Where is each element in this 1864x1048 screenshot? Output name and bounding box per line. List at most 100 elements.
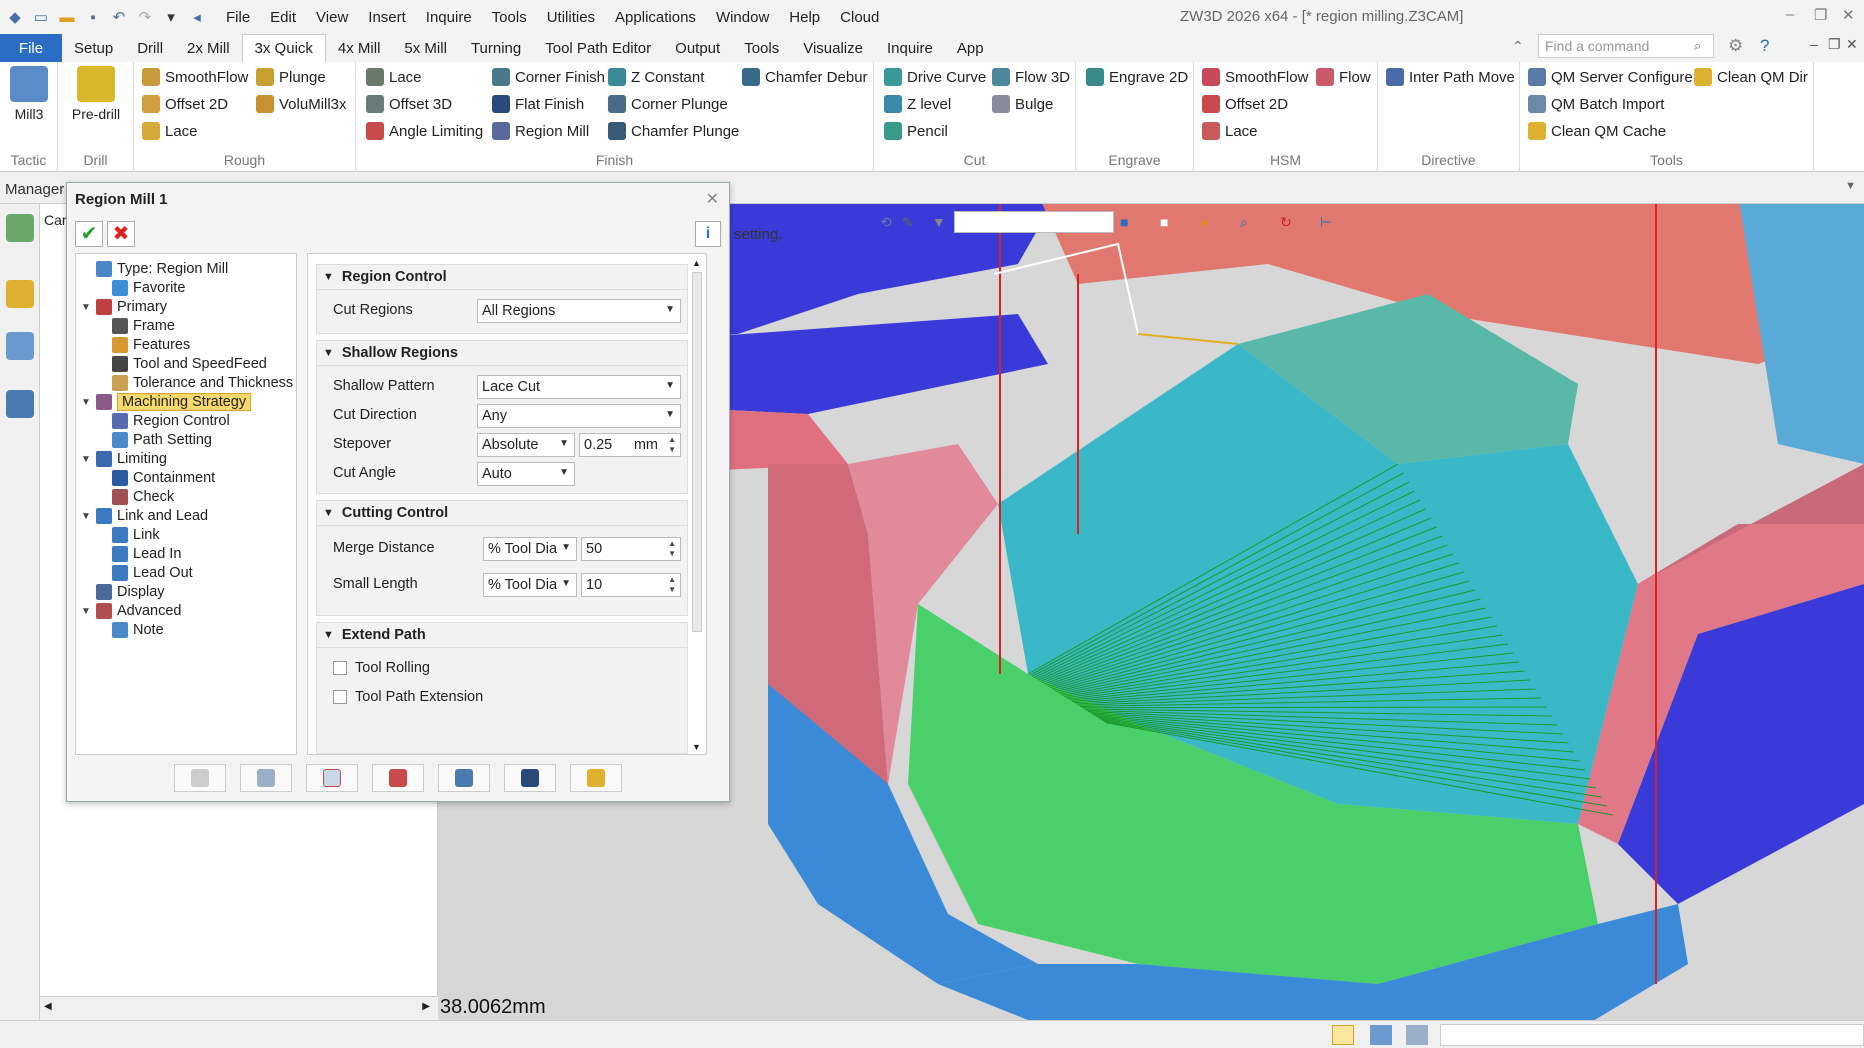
hsm-offset-2d-button[interactable]: Offset 2D [1202, 95, 1288, 113]
restore-icon[interactable]: ❐ [1814, 6, 1827, 24]
cancel-button[interactable]: ✖ [107, 221, 135, 247]
status-window-icon[interactable] [1406, 1025, 1428, 1045]
menu-tools[interactable]: Tools [482, 9, 537, 26]
settings-gear-icon[interactable]: ⚙ [1728, 36, 1743, 56]
menu-insert[interactable]: Insert [358, 9, 416, 26]
menu-view[interactable]: View [306, 9, 358, 26]
open-folder-icon[interactable]: ▬ [56, 6, 78, 28]
qm-server-configure-button[interactable]: QM Server Configure [1528, 68, 1693, 86]
tab-setup[interactable]: Setup [62, 34, 125, 62]
doc-close-icon[interactable]: ✕ [1846, 36, 1858, 53]
menu-utilities[interactable]: Utilities [537, 9, 605, 26]
edit-button[interactable] [306, 764, 358, 792]
search-icon[interactable]: ⌕ [1694, 38, 1701, 54]
history-manager-icon[interactable] [6, 214, 34, 242]
zoom-icon[interactable]: ⌕ [1240, 214, 1280, 231]
expand-toggle-icon[interactable]: ▼ [80, 606, 92, 617]
rough-smoothflow-button[interactable]: SmoothFlow [142, 68, 248, 86]
verify-button[interactable] [438, 764, 490, 792]
z-constant-button[interactable]: Z Constant [608, 68, 704, 86]
rough-volumill3x-button[interactable]: VoluMill3x [256, 95, 347, 113]
render-mode-icon[interactable]: ● [1200, 214, 1240, 230]
stepover-input[interactable]: 0.25 mm ▲ ▼ [579, 433, 681, 457]
chamfer-plunge-button[interactable]: Chamfer Plunge [608, 122, 739, 140]
pencil-button[interactable]: Pencil [884, 122, 948, 140]
tab-drill[interactable]: Drill [125, 34, 175, 62]
rough-plunge-button[interactable]: Plunge [256, 68, 326, 86]
z-level-button[interactable]: Z level [884, 95, 951, 113]
tab-file[interactable]: File [0, 34, 62, 62]
finish-lace-button[interactable]: Lace [366, 68, 422, 86]
menu-help[interactable]: Help [779, 9, 830, 26]
expand-toggle-icon[interactable]: ▼ [80, 454, 92, 465]
mill3-button[interactable]: Mill3 [6, 66, 52, 122]
section-extend-path[interactable]: ▼ Extend Path [316, 622, 688, 648]
tab-4x-mill[interactable]: 4x Mill [326, 34, 393, 62]
expand-toggle-icon[interactable]: ▼ [80, 511, 92, 522]
merge-distance-mode-select[interactable]: % Tool Dia ▼ [483, 537, 577, 561]
help-icon[interactable]: ? [1760, 36, 1769, 56]
tab-2x-mill[interactable]: 2x Mill [175, 34, 242, 62]
section-shallow-regions[interactable]: ▼ Shallow Regions [316, 340, 688, 366]
new-file-icon[interactable]: ▭ [30, 6, 52, 28]
drive-curve-button[interactable]: Drive Curve [884, 68, 986, 86]
spinner-icon[interactable]: ▲ ▼ [668, 575, 676, 595]
small-length-mode-select[interactable]: % Tool Dia ▼ [483, 573, 577, 597]
scroll-down-icon[interactable]: ▼ [692, 742, 701, 752]
panel-options-icon[interactable]: ▼ [1845, 180, 1856, 192]
tab-tools[interactable]: Tools [732, 34, 791, 62]
scroll-left-icon[interactable]: ◀ [44, 1001, 52, 1012]
filter-icon[interactable]: ▼ [932, 214, 954, 230]
status-grid-icon[interactable] [1332, 1025, 1354, 1045]
rough-lace-button[interactable]: Lace [142, 122, 198, 140]
tool-path-extension-checkbox[interactable]: Tool Path Extension [333, 689, 483, 705]
save-icon[interactable]: ▪ [82, 6, 104, 28]
shallow-pattern-select[interactable]: Lace Cut ▼ [477, 375, 681, 399]
cam-manager-tab-label[interactable]: Car [44, 212, 67, 228]
status-input-field[interactable] [1440, 1024, 1864, 1046]
scrollbar-thumb[interactable] [692, 272, 702, 632]
corner-finish-button[interactable]: Corner Finish [492, 68, 605, 86]
hsm-lace-button[interactable]: Lace [1202, 122, 1258, 140]
scroll-right-icon[interactable]: ▶ [422, 1001, 430, 1012]
cut-angle-select[interactable]: Auto ▼ [477, 462, 575, 486]
menu-file[interactable]: File [216, 9, 260, 26]
load-template-button[interactable] [570, 764, 622, 792]
section-region-control[interactable]: ▼ Region Control [316, 264, 688, 290]
region-mill-button[interactable]: Region Mill [492, 122, 589, 140]
view-cube-icon[interactable]: ■ [1120, 214, 1160, 230]
bulge-button[interactable]: Bulge [992, 95, 1053, 113]
shading-mode-icon[interactable]: ■ [1160, 214, 1200, 230]
tool-rolling-checkbox[interactable]: Tool Rolling [333, 660, 430, 676]
flow-3d-button[interactable]: Flow 3D [992, 68, 1070, 86]
section-cutting-control[interactable]: ▼ Cutting Control [316, 500, 688, 526]
rotate-icon[interactable]: ↻ [1280, 214, 1320, 231]
info-button[interactable]: i [695, 221, 721, 247]
merge-distance-input[interactable]: 50 ▲ ▼ [581, 537, 681, 561]
view-back-icon[interactable]: ⟲ [880, 214, 902, 231]
small-length-input[interactable]: 10 ▲ ▼ [581, 573, 681, 597]
menu-inquire[interactable]: Inquire [416, 9, 482, 26]
minimize-icon[interactable]: – [1786, 6, 1794, 23]
calculate-button[interactable] [240, 764, 292, 792]
pick-filter-icon[interactable]: ✎ [902, 214, 932, 231]
cut-regions-select[interactable]: All Regions ▼ [477, 299, 681, 323]
doc-restore-icon[interactable]: ❐ [1828, 36, 1841, 53]
clean-qm-dir-button[interactable]: Clean QM Dir [1694, 68, 1808, 86]
status-display-icon[interactable] [1370, 1025, 1392, 1045]
scroll-up-icon[interactable]: ▲ [692, 258, 701, 268]
ok-button[interactable]: ✔ [75, 221, 103, 247]
spinner-icon[interactable]: ▲ ▼ [668, 435, 676, 455]
close-window-icon[interactable]: ✕ [1842, 6, 1855, 24]
toolpath-button[interactable] [372, 764, 424, 792]
tab-output[interactable]: Output [663, 34, 732, 62]
command-search-input[interactable]: Find a command [1538, 34, 1714, 58]
doc-minimize-icon[interactable]: – [1810, 36, 1818, 52]
flat-finish-button[interactable]: Flat Finish [492, 95, 584, 113]
checkbox-box[interactable] [333, 661, 347, 675]
hsm-smoothflow-button[interactable]: SmoothFlow [1202, 68, 1308, 86]
view-manager-icon[interactable] [6, 332, 34, 360]
corner-plunge-button[interactable]: Corner Plunge [608, 95, 728, 113]
tab-tool-path-editor[interactable]: Tool Path Editor [533, 34, 663, 62]
horizontal-scrollbar[interactable]: ◀ ▶ [40, 996, 438, 1020]
